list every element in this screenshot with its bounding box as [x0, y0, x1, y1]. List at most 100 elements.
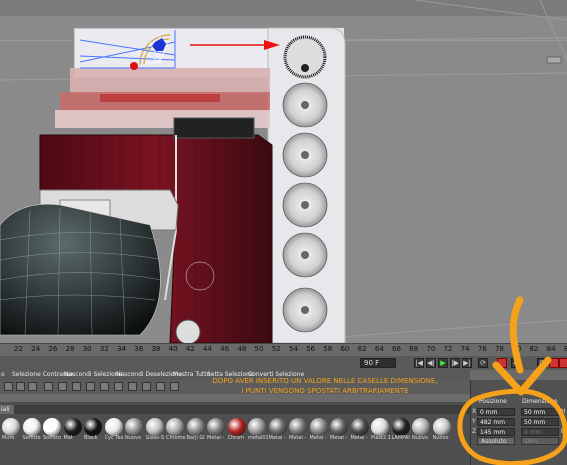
tool-icon[interactable]	[128, 382, 137, 391]
rotation-h-label: H	[561, 408, 566, 415]
tool-icon[interactable]	[58, 382, 67, 391]
timeline-tick: 82	[529, 345, 539, 353]
record-icon[interactable]	[497, 358, 507, 368]
prev-key-icon[interactable]: ◀|	[426, 358, 436, 368]
material-swatch[interactable]	[2, 418, 20, 436]
material-swatch[interactable]	[248, 418, 266, 436]
material-swatch[interactable]	[63, 418, 82, 436]
timeline-tick: 50	[254, 345, 264, 353]
material-swatch[interactable]	[432, 418, 451, 436]
material-swatch[interactable]	[412, 418, 430, 436]
timeline-tick: 60	[340, 345, 350, 353]
position-x-field[interactable]: 0 mm	[477, 408, 515, 416]
timeline-tick: 80	[512, 345, 522, 353]
play-icon[interactable]: ▶	[438, 358, 448, 368]
timeline-tick: 58	[323, 345, 333, 353]
tool-icon[interactable]	[142, 382, 151, 391]
material-swatch[interactable]	[268, 418, 287, 436]
material-swatch[interactable]	[207, 418, 225, 436]
timeline-ruler[interactable]: 22 24 26 28 30 32 34 36 38 40 42 44 46 48 50 52 54 56 58 60…	[0, 343, 567, 355]
timeline-tick: 76	[477, 345, 487, 353]
timeline-tick: 64	[374, 345, 384, 353]
loop-icon[interactable]: ⟳	[478, 358, 488, 368]
timeline-tick: 40	[168, 345, 178, 353]
timeline-tick: 28	[65, 345, 75, 353]
timeline-tick: 26	[48, 345, 58, 353]
timeline-tick: 62	[357, 345, 367, 353]
timeline-tick: 52	[271, 345, 281, 353]
timeline-tick: 54	[288, 345, 298, 353]
timeline-tick: 72	[443, 345, 453, 353]
material-swatch[interactable]	[227, 418, 246, 436]
tool-icon[interactable]	[28, 382, 37, 391]
material-label: Nuovo	[432, 435, 449, 441]
dimension-mode-select[interactable]: Dim.	[521, 437, 559, 445]
settings-icon[interactable]: ⚙	[537, 358, 547, 368]
material-swatch[interactable]	[309, 418, 328, 436]
material-swatch[interactable]	[104, 418, 123, 436]
axis-x-label: X	[472, 408, 477, 415]
menu-item-o[interactable]: o	[1, 370, 5, 380]
position-z-field[interactable]: 145 mm	[477, 428, 515, 436]
axis-z-label: Z	[472, 428, 477, 435]
tool-icon[interactable]	[100, 382, 109, 391]
go-start-icon[interactable]: |◀	[414, 358, 424, 368]
material-swatch[interactable]	[125, 418, 143, 436]
annotation-line-2: i punti vengono spostati arbitrariamente	[241, 387, 409, 395]
auto-key-icon[interactable]	[559, 358, 567, 368]
annotation-line-1: Dopo aver inserito un valore nelle casel…	[212, 377, 438, 385]
timeline-tick: 44	[203, 345, 212, 353]
tool-icon[interactable]	[86, 382, 95, 391]
material-swatch[interactable]	[84, 418, 102, 436]
timeline-tick: 48	[237, 345, 247, 353]
timeline-tick: 42	[185, 345, 195, 353]
material-swatch[interactable]	[22, 418, 41, 436]
tool-icon[interactable]	[16, 382, 25, 391]
tool-icon[interactable]	[156, 382, 165, 391]
material-swatch[interactable]	[330, 418, 348, 436]
mode-select[interactable]: Assoluto	[477, 437, 515, 445]
timeline-tick: 24	[31, 345, 41, 353]
dimension-z-field[interactable]: 0 mm	[521, 428, 559, 436]
position-y-field[interactable]: 482 mm	[477, 418, 515, 426]
tool-icon[interactable]	[44, 382, 53, 391]
stop-record-icon[interactable]	[549, 358, 559, 368]
material-swatch[interactable]	[371, 418, 389, 436]
timeline-tick: 78	[495, 345, 504, 353]
material-swatch[interactable]	[350, 418, 369, 436]
go-end-icon[interactable]: ▶|	[462, 358, 472, 368]
timeline-tick: 36	[134, 345, 144, 353]
timeline-tick: 56	[306, 345, 315, 353]
tool-icon[interactable]	[114, 382, 123, 391]
tool-icon[interactable]	[4, 382, 13, 391]
axis-y-label: Y	[472, 418, 476, 425]
timeline-tick: 34	[117, 345, 126, 353]
timeline-tick: 68	[409, 345, 419, 353]
material-swatch[interactable]	[166, 418, 184, 436]
material-swatch[interactable]	[145, 418, 164, 436]
material-swatch[interactable]	[391, 418, 410, 436]
keyframe-icon[interactable]: ◆	[511, 358, 521, 368]
3d-viewport[interactable]	[0, 0, 567, 343]
material-swatch[interactable]	[186, 418, 205, 436]
rotation-p-label: P	[561, 418, 565, 425]
material-swatch[interactable]	[43, 418, 61, 436]
timeline-tick: 46	[220, 345, 230, 353]
timeline-tick: 38	[151, 345, 161, 353]
timeline-tick: 32	[99, 345, 109, 353]
tool-icon[interactable]	[72, 382, 81, 391]
frame-field[interactable]: 90 F	[360, 358, 396, 368]
next-key-icon[interactable]: |▶	[450, 358, 460, 368]
menu-item-nascondi-selezione[interactable]: Nascondi Selezione	[64, 370, 122, 380]
annotation-text: Dopo aver inserito un valore nelle casel…	[175, 376, 475, 396]
dimension-x-field[interactable]: 50 mm	[521, 408, 559, 416]
material-swatch[interactable]	[289, 418, 307, 436]
material-tab[interactable]: iali	[0, 405, 14, 414]
material-tab-bar	[14, 405, 470, 414]
dimension-y-field[interactable]: 50 mm	[521, 418, 559, 426]
timeline-tick: 84	[546, 345, 556, 353]
timeline-tick: 22	[14, 345, 23, 353]
timeline-tick: 66	[392, 345, 401, 353]
scene-render	[0, 0, 567, 343]
timeline-tick: 70	[426, 345, 436, 353]
